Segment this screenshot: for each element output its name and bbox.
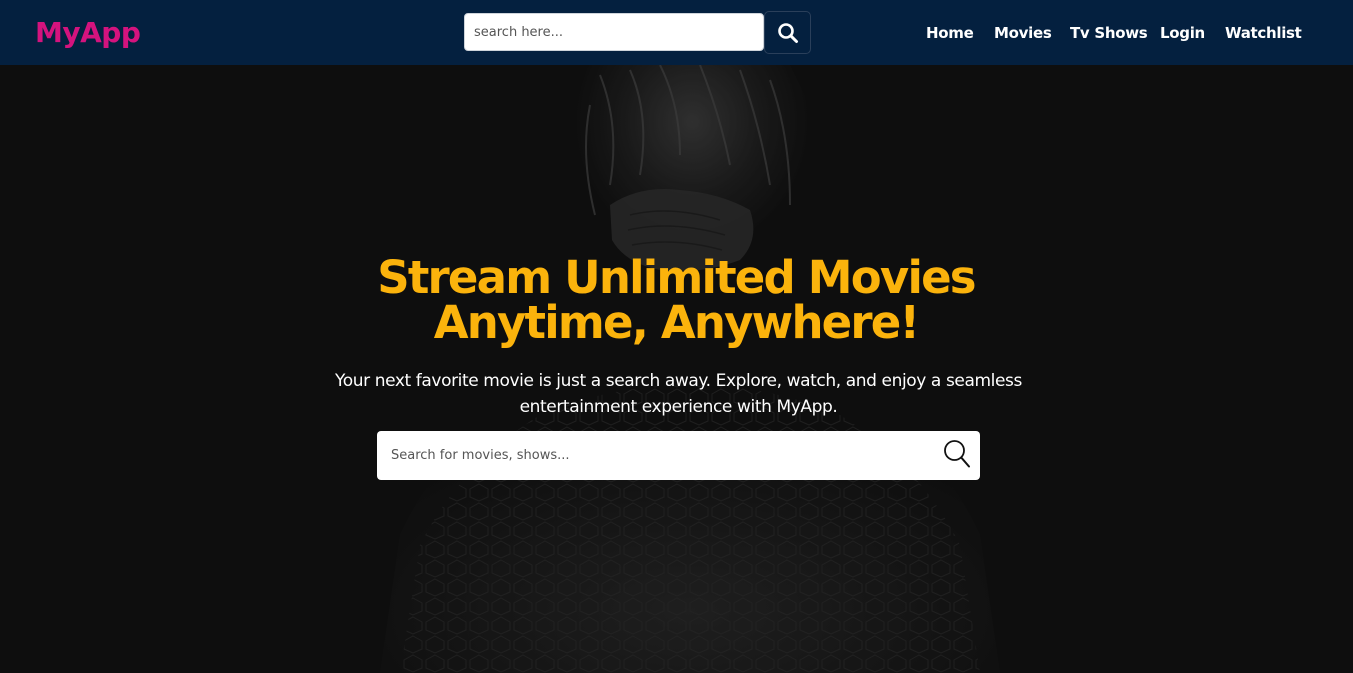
hero-section: Stream Unlimited Movies Anytime, Anywher… (0, 65, 1353, 673)
navbar: MyApp Home Movies Tv Shows Login Watchli… (0, 0, 1353, 65)
hero-search-input[interactable] (377, 431, 937, 480)
nav-link-movies[interactable]: Movies (994, 24, 1052, 42)
search-icon (777, 22, 798, 43)
hero-subtitle-line-1: Your next favorite movie is just a searc… (335, 371, 1022, 391)
nav-link-home[interactable]: Home (926, 24, 974, 42)
nav-link-watchlist[interactable]: Watchlist (1225, 24, 1302, 42)
brand-logo[interactable]: MyApp (35, 16, 141, 49)
hero-subtitle: Your next favorite movie is just a searc… (326, 368, 1031, 420)
nav-link-tv-shows[interactable]: Tv Shows (1070, 24, 1148, 42)
nav-search-input[interactable] (464, 13, 764, 51)
hero-search-box (377, 431, 980, 480)
nav-search-button[interactable] (764, 11, 811, 54)
hero-title: Stream Unlimited Movies Anytime, Anywher… (276, 255, 1076, 345)
hero-subtitle-line-2: entertainment experience with MyApp. (519, 397, 838, 417)
hero-title-line-2: Anytime, Anywhere! (433, 296, 920, 349)
search-icon[interactable] (943, 439, 971, 469)
nav-link-login[interactable]: Login (1160, 24, 1205, 42)
